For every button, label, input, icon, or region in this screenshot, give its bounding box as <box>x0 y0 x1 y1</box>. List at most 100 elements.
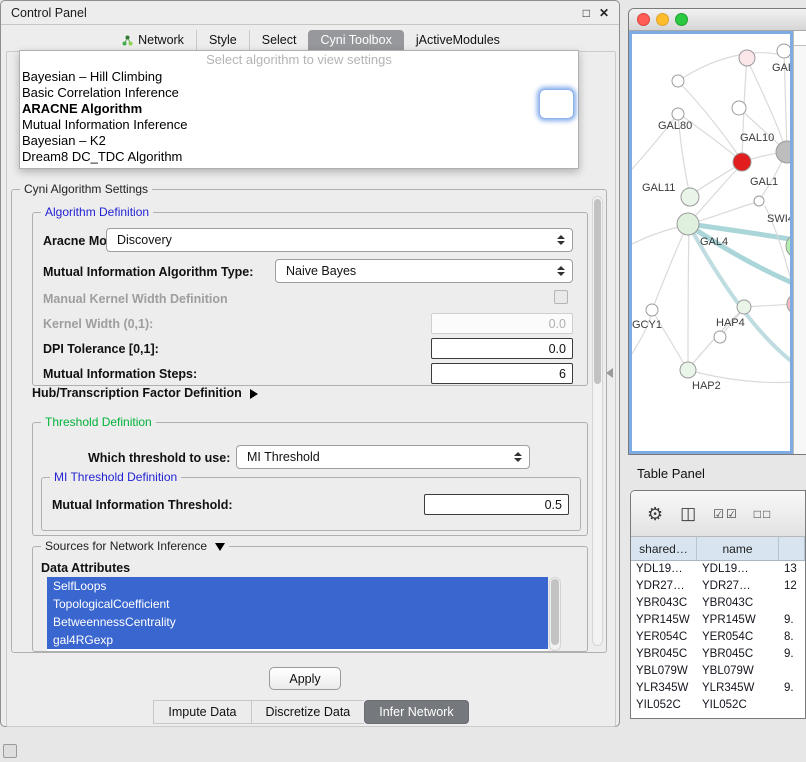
table-cell[interactable]: 9. <box>779 612 805 629</box>
table-cell[interactable]: YLR345W <box>631 680 697 697</box>
table-row[interactable]: YLR345WYLR345W9. <box>631 680 805 697</box>
settings-scrollbar-thumb[interactable] <box>594 199 601 384</box>
mac-minimize-button[interactable] <box>656 13 669 26</box>
network-node[interactable] <box>714 331 726 343</box>
algorithm-option-mutual-information-inference[interactable]: Mutual Information Inference <box>20 117 578 133</box>
columns-icon[interactable]: ◫ <box>680 505 698 522</box>
table-row[interactable]: YIL052CYIL052C <box>631 697 805 714</box>
tab-select[interactable]: Select <box>249 30 309 51</box>
network-node[interactable] <box>777 44 791 58</box>
table-cell[interactable]: YLR345W <box>697 680 779 697</box>
table-cell[interactable]: YIL052C <box>697 697 779 714</box>
attribute-item-topologicalcoefficient[interactable]: TopologicalCoefficient <box>47 595 548 613</box>
table-cell[interactable]: YER054C <box>697 629 779 646</box>
table-cell[interactable]: YPR145W <box>631 612 697 629</box>
bottom-tab-discretize-data[interactable]: Discretize Data <box>251 700 365 724</box>
minimized-panel-icon[interactable] <box>3 744 17 758</box>
table-cell[interactable]: YIL052C <box>631 697 697 714</box>
sources-title[interactable]: Sources for Network Inference <box>41 539 229 553</box>
checked-columns-icon[interactable]: ☑☑ <box>713 508 739 520</box>
network-node-label: GCY1 <box>632 319 662 331</box>
apply-button[interactable]: Apply <box>269 667 341 690</box>
network-node[interactable] <box>737 300 751 314</box>
mi-algorithm-type-select[interactable]: Naive Bayes <box>275 259 573 283</box>
table-row[interactable]: YBR043CYBR043C <box>631 595 805 612</box>
table-row[interactable]: YDR27…YDR27…12 <box>631 578 805 595</box>
tab-style[interactable]: Style <box>196 30 249 51</box>
table-row[interactable]: YBR045CYBR045C9. <box>631 646 805 663</box>
mi-steps-input[interactable] <box>431 363 573 384</box>
table-cell[interactable]: 12 <box>779 578 805 595</box>
attributes-list-scrollbar[interactable] <box>549 577 561 651</box>
table-cell[interactable] <box>779 595 805 612</box>
algorithm-option-aracne-algorithm[interactable]: ARACNE Algorithm <box>20 101 578 117</box>
table-cell[interactable]: 9. <box>779 646 805 663</box>
table-cell[interactable]: 8. <box>779 629 805 646</box>
bottom-tab-infer-network[interactable]: Infer Network <box>364 700 468 724</box>
tab-cyni-toolbox[interactable]: Cyni Toolbox <box>308 30 403 51</box>
table-row[interactable]: YDL19…YDL19…13 <box>631 561 805 578</box>
table-column-header-col2[interactable] <box>779 537 805 560</box>
table-cell[interactable]: 9. <box>779 680 805 697</box>
network-node[interactable] <box>677 213 699 235</box>
mi-threshold-input[interactable] <box>424 494 569 515</box>
table-cell[interactable]: YPR145W <box>697 612 779 629</box>
attribute-item-gal4rgexp[interactable]: gal4RGexp <box>47 631 548 649</box>
network-node[interactable] <box>754 196 764 206</box>
table-cell[interactable]: YDR27… <box>697 578 779 595</box>
algorithm-option-bayesian-k2[interactable]: Bayesian – K2 <box>20 133 578 149</box>
table-row[interactable]: YBL079WYBL079W <box>631 663 805 680</box>
mac-close-button[interactable] <box>637 13 650 26</box>
network-node[interactable] <box>739 50 755 66</box>
attribute-item-selfloops[interactable]: SelfLoops <box>47 577 548 595</box>
tab-jactivemodules[interactable]: jActiveModules <box>404 30 512 51</box>
table-cell[interactable]: YDL19… <box>697 561 779 578</box>
table-cell[interactable]: 13 <box>779 561 805 578</box>
close-window-icon[interactable]: ✕ <box>599 7 609 19</box>
network-node[interactable] <box>733 153 751 171</box>
table-cell[interactable]: YBR043C <box>631 595 697 612</box>
table-cell[interactable]: YER054C <box>631 629 697 646</box>
which-threshold-select[interactable]: MI Threshold <box>236 445 530 469</box>
panel-splitter-handle[interactable] <box>606 368 613 378</box>
table-column-header-shared[interactable]: shared… <box>631 537 697 560</box>
table-cell[interactable]: YBR043C <box>697 595 779 612</box>
hub-transcription-factor-section[interactable]: Hub/Transcription Factor Definition <box>32 386 258 400</box>
table-cell[interactable]: YDR27… <box>631 578 697 595</box>
mac-zoom-button[interactable] <box>675 13 688 26</box>
table-row[interactable]: YER054CYER054C8. <box>631 629 805 646</box>
network-canvas[interactable]: GAL8GAL80GAL10GAL11GAL1SWI4GAL4GCY1HAP4H… <box>629 31 793 454</box>
aracne-mode-select[interactable]: Discovery <box>106 228 573 252</box>
network-node[interactable] <box>681 188 699 206</box>
float-window-icon[interactable]: □ <box>583 7 590 19</box>
network-scrollbar-button[interactable] <box>794 31 806 46</box>
algorithm-option-basic-correlation-inference[interactable]: Basic Correlation Inference <box>20 85 578 101</box>
aracne-mode-value: Discovery <box>117 233 172 247</box>
table-cell[interactable]: YBR045C <box>697 646 779 663</box>
network-scrollbar[interactable] <box>793 31 806 454</box>
table-cell[interactable] <box>779 663 805 680</box>
table-column-header-name[interactable]: name <box>697 537 779 560</box>
tab-network[interactable]: Network <box>110 30 196 51</box>
table-cell[interactable]: YBL079W <box>697 663 779 680</box>
network-node[interactable] <box>732 101 746 115</box>
network-node[interactable] <box>776 141 793 163</box>
table-cell[interactable]: YBR045C <box>631 646 697 663</box>
algorithm-option-dream8-dc-tdc-algorithm[interactable]: Dream8 DC_TDC Algorithm <box>20 149 578 165</box>
gear-icon[interactable]: ⚙ <box>647 505 665 523</box>
table-cell[interactable] <box>779 697 805 714</box>
table-cell[interactable]: YBL079W <box>631 663 697 680</box>
network-node[interactable] <box>680 362 696 378</box>
table-cell[interactable]: YDL19… <box>631 561 697 578</box>
attributes-scrollbar-thumb[interactable] <box>551 579 559 645</box>
unchecked-columns-icon[interactable]: □□ <box>754 508 773 520</box>
network-node[interactable] <box>672 75 684 87</box>
network-node[interactable] <box>672 108 684 120</box>
attribute-item-betweennesscentrality[interactable]: BetweennessCentrality <box>47 613 548 631</box>
table-row[interactable]: YPR145WYPR145W9. <box>631 612 805 629</box>
bottom-tab-impute-data[interactable]: Impute Data <box>153 700 250 724</box>
dpi-tolerance-input[interactable] <box>431 338 573 359</box>
network-node[interactable] <box>646 304 658 316</box>
algorithm-option-bayesian-hill-climbing[interactable]: Bayesian – Hill Climbing <box>20 69 578 85</box>
settings-scrollbar[interactable] <box>592 196 603 646</box>
